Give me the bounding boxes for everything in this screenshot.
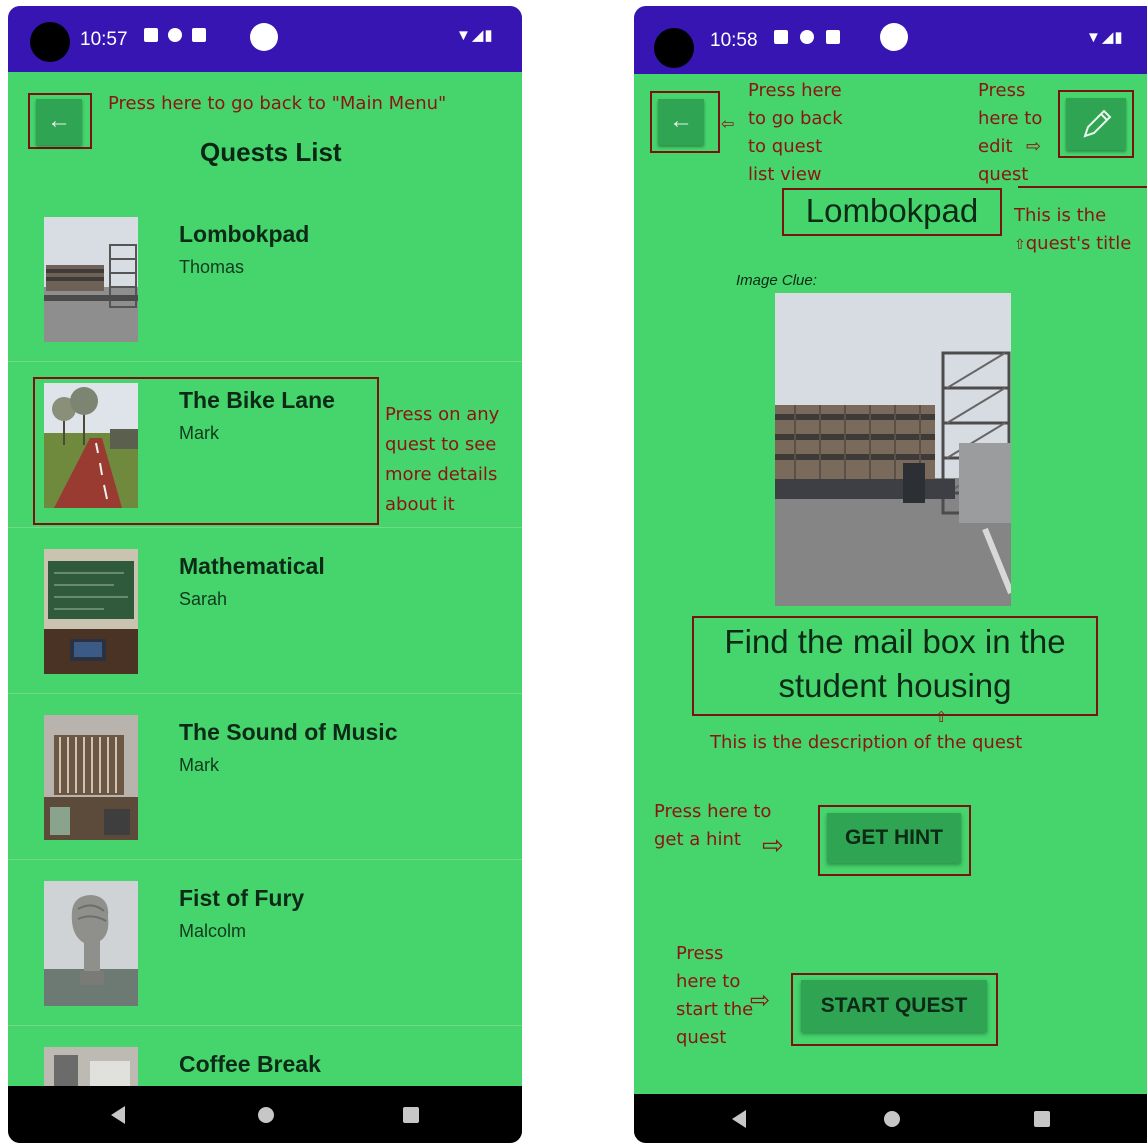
clue-image [775, 293, 1011, 606]
annotation-arrow-edit: ⇨ [1026, 136, 1042, 157]
sync-icon [168, 28, 182, 42]
quest-description: Find the mail box in the student housing [724, 623, 1066, 704]
annotation-back: Press here to go back to "Main Menu" [108, 93, 447, 114]
navigation-bar [634, 1094, 1147, 1143]
page-title: Quests List [200, 137, 342, 167]
arrow-up-icon: ⇧ [1014, 237, 1026, 253]
quest-name: Coffee Break [179, 1051, 321, 1077]
quest-name: Lombokpad [179, 221, 310, 247]
annotation-arrow-back: ⇦ [721, 114, 735, 133]
quest-author: Thomas [179, 257, 245, 277]
edit-button[interactable] [1066, 98, 1126, 150]
annotation-arrow-hint: ⇨ [762, 831, 784, 861]
status-time: 10:57 [80, 29, 128, 50]
camera-cutout [654, 28, 694, 68]
sync-icon [800, 30, 814, 44]
status-dot-icon [880, 23, 908, 51]
status-time: 10:58 [710, 30, 758, 51]
quest-author: Mark [179, 755, 219, 775]
nav-recents-icon[interactable] [403, 1107, 419, 1123]
annotation-title-line2: ⇧quest's title [1014, 233, 1132, 254]
annotation-line [1018, 186, 1147, 188]
annotation-quest: Press on any quest to see more details a… [385, 404, 500, 515]
arrow-left-icon: ← [669, 107, 693, 134]
quest-list-item[interactable]: Lombokpad Thomas [8, 195, 522, 362]
nav-home-icon[interactable] [884, 1111, 900, 1127]
annotation-start: Press here to start the quest [676, 943, 754, 1048]
annotation-box-quest [33, 377, 379, 525]
sd-card-icon [826, 30, 840, 44]
statue-photo [44, 881, 138, 1006]
building-photo [44, 217, 138, 342]
nav-home-icon[interactable] [258, 1107, 274, 1123]
quest-author: Malcolm [179, 921, 247, 941]
quest-detail-screen: 10:58 ▼◢▮ ← ⇦ Press here to go back to q… [634, 6, 1147, 1143]
wifi-signal-battery-icon: ▼◢▮ [456, 27, 494, 44]
nav-back-icon[interactable] [732, 1110, 746, 1128]
image-clue-label: Image Clue: [736, 272, 817, 289]
quest-name: The Sound of Music [179, 719, 398, 745]
organ-photo [44, 715, 138, 840]
quest-thumbnail [44, 217, 138, 342]
quest-name: Mathematical [179, 553, 325, 579]
get-hint-button[interactable]: GET HINT [827, 813, 961, 863]
pencil-icon [1083, 109, 1112, 138]
quest-list-item[interactable]: Fist of Fury Malcolm [8, 859, 522, 1026]
back-button[interactable]: ← [658, 99, 704, 145]
camera-cutout [30, 22, 70, 62]
notification-icon [774, 30, 788, 44]
nav-recents-icon[interactable] [1034, 1111, 1050, 1127]
status-dot-icon [250, 23, 278, 51]
annotation-arrow-start: ⇨ [750, 986, 771, 1014]
status-bar: 10:58 ▼◢▮ [634, 6, 1147, 74]
quest-list-item[interactable]: Mathematical Sarah [8, 527, 522, 694]
arrow-left-icon: ← [47, 107, 71, 134]
sd-card-icon [192, 28, 206, 42]
lecture-hall-photo [44, 549, 138, 674]
quest-thumbnail [44, 881, 138, 1006]
quest-thumbnail [44, 715, 138, 840]
quests-list-screen: 10:57 ▼◢▮ ← Press here to go back to "Ma… [8, 6, 522, 1143]
arrow-up-icon: ⇧ [935, 708, 948, 726]
status-bar: 10:57 ▼◢▮ [8, 6, 522, 72]
notification-icon [144, 28, 158, 42]
annotation-back: Press here to go back to quest list view [748, 80, 843, 185]
quest-name: Fist of Fury [179, 885, 305, 911]
navigation-bar [8, 1086, 522, 1143]
quest-list-item[interactable]: The Sound of Music Mark [8, 693, 522, 860]
annotation-description: This is the description of the quest [710, 732, 1023, 753]
back-button[interactable]: ← [36, 99, 82, 145]
annotation-title: This is the ⇧quest's title [1014, 202, 1131, 259]
quest-author: Sarah [179, 589, 228, 609]
start-quest-button[interactable]: START QUEST [801, 980, 987, 1032]
wifi-signal-battery-icon: ▼◢▮ [1086, 29, 1124, 46]
quest-title: Lombokpad [805, 192, 979, 229]
quest-thumbnail [44, 549, 138, 674]
annotation-hint: Press here to get a hint [654, 801, 772, 850]
building-photo [775, 293, 1011, 606]
nav-back-icon[interactable] [111, 1106, 125, 1124]
